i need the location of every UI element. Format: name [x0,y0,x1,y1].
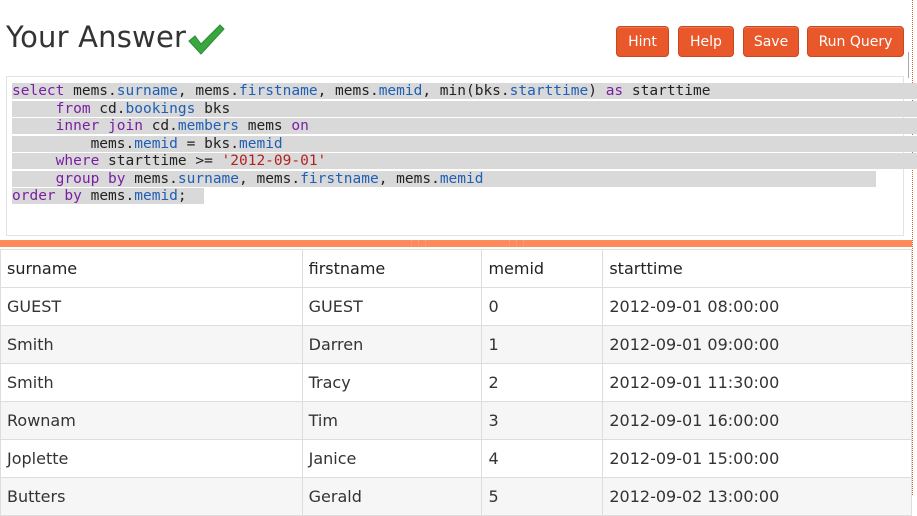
table-row: Smith Tracy 2 2012-09-01 11:30:00 [0,363,912,402]
table-header-row: surname firstname memid starttime [0,249,912,288]
table-cell: 5 [481,477,604,516]
code-token: select [12,83,65,99]
table-row: Rownam Tim 3 2012-09-01 16:00:00 [0,401,912,440]
sql-code[interactable]: select mems.surname, mems.firstname, mem… [12,83,917,206]
answer-header: Your Answer Hint Help Save Run Query [0,0,917,76]
table-cell: Smith [0,363,303,402]
table-cell: Butters [0,477,303,516]
table-cell: 3 [481,401,604,440]
table-cell: 2012-09-01 08:00:00 [602,287,912,326]
table-cell: Rownam [0,401,303,440]
table-cell: Tracy [301,363,483,402]
scroll-marker [908,52,909,78]
table-cell: GUEST [301,287,483,326]
panel-border [912,0,913,495]
table-cell: 2012-09-01 11:30:00 [602,363,912,402]
column-header: firstname [301,249,483,288]
help-button[interactable]: Help [678,26,734,57]
table-row: Smith Darren 1 2012-09-01 09:00:00 [0,325,912,364]
table-cell: 2 [481,363,604,402]
table-cell: 2012-09-01 16:00:00 [602,401,912,440]
save-button[interactable]: Save [743,26,799,57]
table-cell: GUEST [0,287,303,326]
checkmark-icon [188,24,225,55]
column-header: surname [0,249,303,288]
table-cell: Darren [301,325,483,364]
column-header: starttime [602,249,912,288]
hint-button[interactable]: Hint [616,26,669,57]
table-cell: Smith [0,325,303,364]
table-row: Joplette Janice 4 2012-09-01 15:00:00 [0,439,912,478]
grip-icon: ⋮⋮⋮ [408,239,429,247]
table-cell: 0 [481,287,604,326]
table-cell: 1 [481,325,604,364]
table-cell: Joplette [0,439,303,478]
table-row: GUEST GUEST 0 2012-09-01 08:00:00 [0,287,912,326]
page-title: Your Answer [6,20,187,54]
table-cell: Gerald [301,477,483,516]
table-cell: Tim [301,401,483,440]
table-cell: 2012-09-02 13:00:00 [602,477,912,516]
grip-icon: ⋮⋮⋮ [506,239,527,247]
sql-editor[interactable]: select mems.surname, mems.firstname, mem… [6,76,917,236]
table-cell: 4 [481,439,604,478]
results-table: surname firstname memid starttime GUEST … [0,249,912,516]
column-header: memid [481,249,604,288]
table-row: Butters Gerald 5 2012-09-02 13:00:00 [0,477,912,516]
resize-splitter[interactable]: ⋮⋮⋮ ⋮⋮⋮ [0,240,912,247]
table-cell: 2012-09-01 15:00:00 [602,439,912,478]
table-cell: Janice [301,439,483,478]
table-cell: 2012-09-01 09:00:00 [602,325,912,364]
run-query-button[interactable]: Run Query [807,26,904,57]
